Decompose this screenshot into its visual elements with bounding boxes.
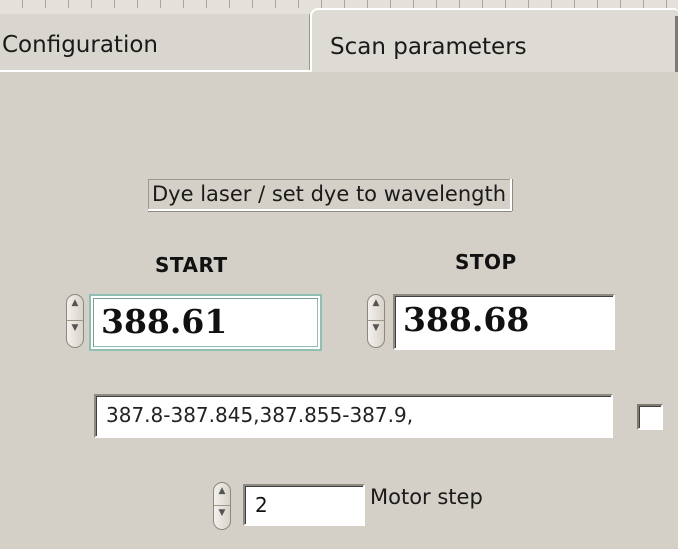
tab-configuration-label: Configuration bbox=[2, 32, 158, 58]
decrement-arrow-icon[interactable]: ▼ bbox=[67, 321, 83, 347]
dye-laser-label: Dye laser / set dye to wavelength bbox=[148, 179, 513, 211]
start-caption: START bbox=[155, 253, 228, 277]
decrement-arrow-icon[interactable]: ▼ bbox=[368, 321, 384, 347]
scan-parameters-window: Configuration Scan parameters Dye laser … bbox=[0, 0, 678, 549]
stop-spinner[interactable]: ▲ ▼ bbox=[367, 294, 385, 348]
tab-scan-parameters-label: Scan parameters bbox=[330, 34, 527, 60]
start-spinner[interactable]: ▲ ▼ bbox=[66, 294, 84, 348]
motor-step-label: Motor step bbox=[370, 485, 483, 509]
stop-wavelength-input[interactable]: 388.68 bbox=[393, 294, 615, 350]
motor-step-input[interactable]: 2 bbox=[243, 484, 365, 526]
stop-caption: STOP bbox=[455, 250, 517, 274]
decrement-arrow-icon[interactable]: ▼ bbox=[214, 506, 230, 529]
motor-step-spinner[interactable]: ▲ ▼ bbox=[213, 482, 231, 530]
increment-arrow-icon[interactable]: ▲ bbox=[368, 295, 384, 321]
increment-arrow-icon[interactable]: ▲ bbox=[67, 295, 83, 321]
increment-arrow-icon[interactable]: ▲ bbox=[214, 483, 230, 506]
start-wavelength-input[interactable]: 388.61 bbox=[89, 294, 322, 351]
tab-scan-parameters[interactable]: Scan parameters bbox=[310, 8, 678, 76]
ranges-checkbox[interactable] bbox=[637, 404, 663, 430]
tab-configuration[interactable]: Configuration bbox=[0, 14, 312, 71]
scan-ranges-input[interactable]: 387.8-387.845,387.855-387.9, bbox=[94, 394, 613, 438]
